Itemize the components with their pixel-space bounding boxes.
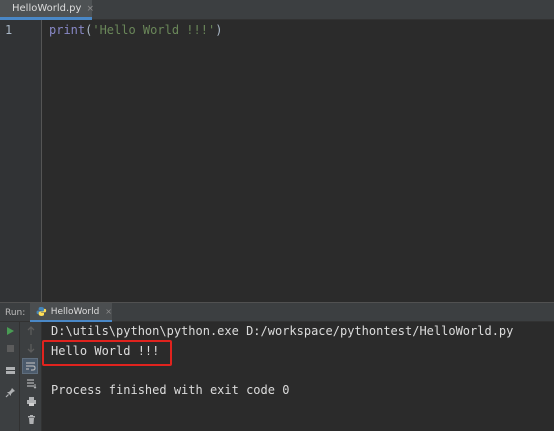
run-tab-label: HelloWorld bbox=[50, 306, 100, 317]
trash-icon[interactable] bbox=[24, 412, 38, 426]
soft-wrap-icon[interactable] bbox=[22, 358, 38, 374]
run-tab-helloworld[interactable]: HelloWorld × bbox=[30, 303, 112, 322]
console-exit-message: Process finished with exit code 0 bbox=[51, 383, 290, 397]
up-arrow-icon[interactable] bbox=[24, 324, 38, 338]
run-toolbar-secondary bbox=[20, 322, 42, 431]
code-builtin-print: print bbox=[49, 23, 86, 37]
editor-tab-close-icon[interactable]: × bbox=[86, 4, 94, 14]
sort-icon[interactable] bbox=[24, 376, 38, 390]
console-command-line: D:\utils\python\python.exe D:/workspace/… bbox=[51, 324, 514, 338]
run-tab-close-icon[interactable]: × bbox=[105, 307, 112, 316]
run-panel-body: D:\utils\python\python.exe D:/workspace/… bbox=[0, 322, 554, 431]
run-panel-label: Run: bbox=[5, 308, 26, 318]
line-number-gutter: 1 bbox=[0, 20, 42, 302]
run-panel-header: Run: HelloWorld × bbox=[0, 302, 554, 322]
line-number: 1 bbox=[5, 23, 13, 37]
editor-tab-helloworld[interactable]: HelloWorld.py × bbox=[0, 0, 94, 20]
editor-tab-bar: HelloWorld.py × bbox=[0, 0, 554, 20]
python-run-config-icon bbox=[36, 307, 47, 316]
console-output-line: Hello World !!! bbox=[51, 344, 160, 358]
layout-icon[interactable] bbox=[3, 363, 17, 377]
code-line[interactable]: print('Hello World !!!') bbox=[49, 23, 222, 37]
code-string-literal: 'Hello World !!!' bbox=[92, 23, 216, 37]
editor-tab-label: HelloWorld.py bbox=[12, 3, 82, 14]
print-icon[interactable] bbox=[24, 394, 38, 408]
run-icon[interactable] bbox=[3, 324, 17, 338]
run-toolbar-primary bbox=[0, 322, 20, 431]
down-arrow-icon[interactable] bbox=[24, 341, 38, 355]
code-editor[interactable]: 1 print('Hello World !!!') bbox=[0, 20, 554, 302]
stop-icon[interactable] bbox=[3, 341, 17, 355]
pin-icon[interactable] bbox=[3, 385, 17, 399]
code-close-paren: ) bbox=[215, 23, 223, 37]
